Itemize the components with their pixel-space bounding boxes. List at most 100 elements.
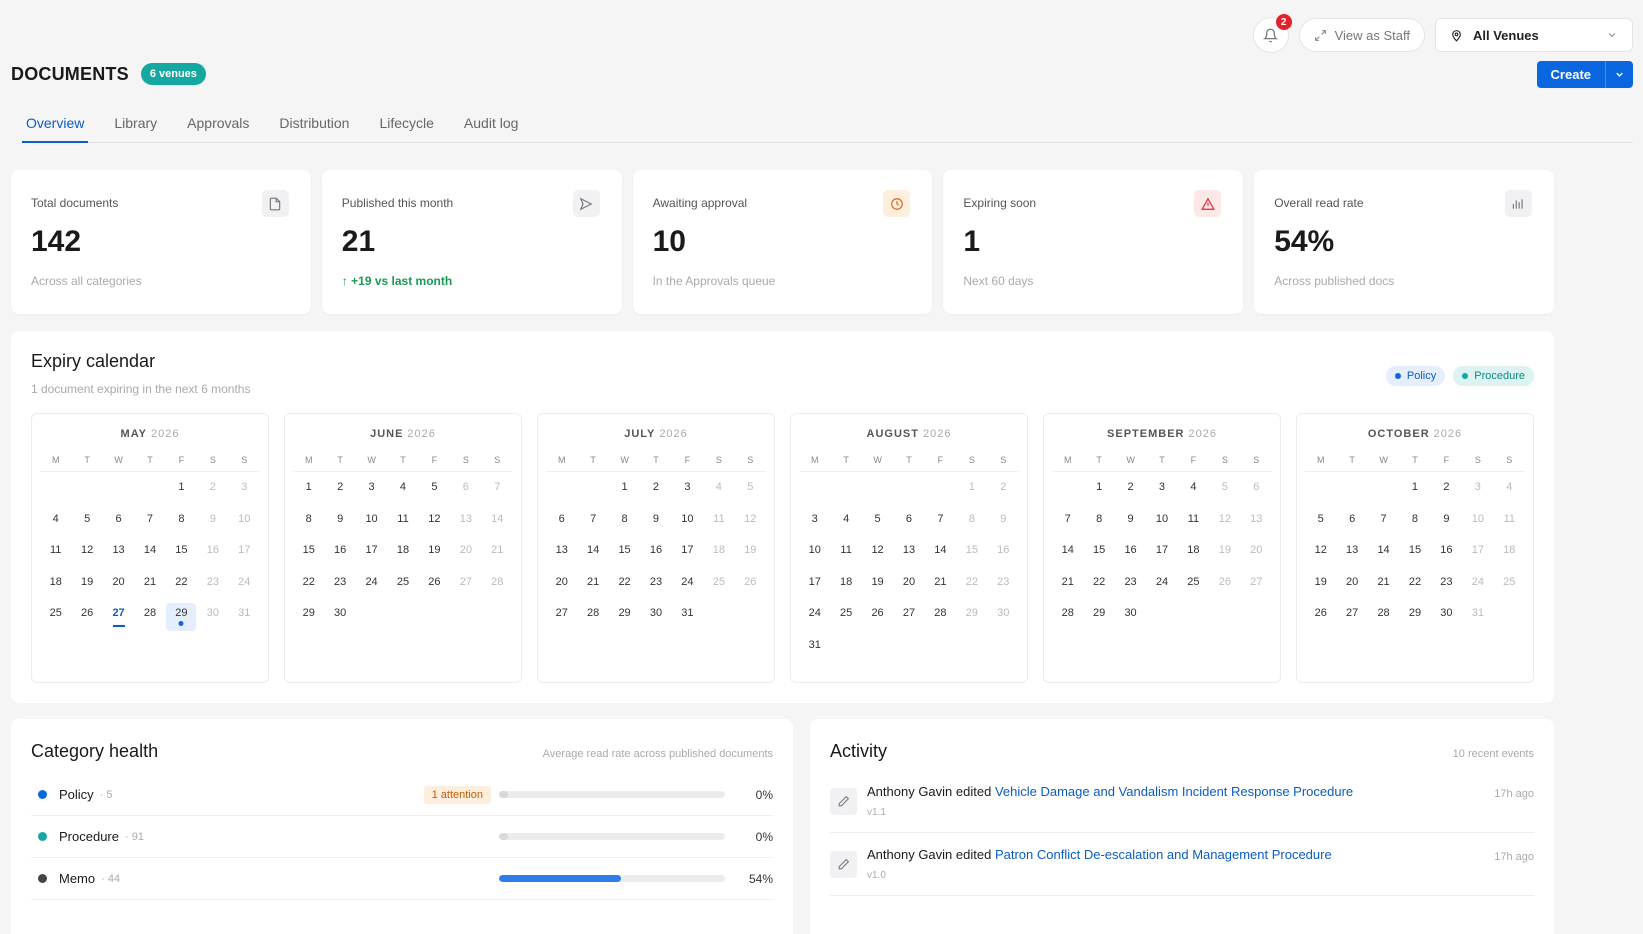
calendar-day[interactable]: 10 — [229, 504, 260, 536]
calendar-day[interactable]: 10 — [1146, 504, 1177, 536]
calendar-day[interactable]: 16 — [1115, 535, 1146, 567]
calendar-day[interactable]: 12 — [419, 504, 450, 536]
calendar-day[interactable]: 2 — [197, 472, 228, 504]
category-row[interactable]: Procedure · 91 0% — [31, 816, 773, 858]
attention-badge[interactable]: 1 attention — [423, 785, 491, 804]
calendar-day[interactable]: 26 — [735, 567, 766, 599]
calendar-day[interactable]: 9 — [324, 504, 355, 536]
calendar-day[interactable]: 28 — [482, 567, 513, 599]
calendar-day[interactable]: 3 — [799, 504, 830, 536]
calendar-day[interactable]: 12 — [1209, 504, 1240, 536]
calendar-day[interactable]: 8 — [609, 504, 640, 536]
calendar-day[interactable]: 23 — [988, 567, 1019, 599]
activity-document-link[interactable]: Patron Conflict De-escalation and Manage… — [995, 847, 1332, 862]
category-row[interactable]: Policy · 5 1 attention 0% — [31, 774, 773, 816]
calendar-day[interactable]: 5 — [71, 504, 102, 536]
calendar-day[interactable]: 28 — [577, 598, 608, 630]
calendar-day[interactable]: 19 — [1305, 567, 1336, 599]
calendar-day[interactable]: 27 — [1241, 567, 1272, 599]
calendar-day[interactable]: 24 — [1462, 567, 1493, 599]
calendar-day[interactable]: 2 — [1115, 472, 1146, 504]
calendar-day[interactable]: 15 — [1083, 535, 1114, 567]
calendar-day[interactable]: 25 — [703, 567, 734, 599]
calendar-day[interactable]: 29 — [609, 598, 640, 630]
calendar-day[interactable]: 13 — [1241, 504, 1272, 536]
calendar-day[interactable]: 19 — [735, 535, 766, 567]
calendar-day[interactable]: 6 — [546, 504, 577, 536]
calendar-day[interactable]: 24 — [1146, 567, 1177, 599]
calendar-day[interactable]: 15 — [609, 535, 640, 567]
calendar-day[interactable]: 4 — [40, 504, 71, 536]
calendar-day[interactable]: 17 — [356, 535, 387, 567]
calendar-day[interactable]: 29 — [293, 598, 324, 630]
calendar-day[interactable]: 5 — [419, 472, 450, 504]
calendar-day[interactable]: 12 — [735, 504, 766, 536]
calendar-day[interactable]: 21 — [482, 535, 513, 567]
calendar-day[interactable]: 10 — [1462, 504, 1493, 536]
calendar-day[interactable]: 6 — [1336, 504, 1367, 536]
calendar-day[interactable]: 27 — [450, 567, 481, 599]
calendar-day[interactable]: 18 — [387, 535, 418, 567]
calendar-day[interactable]: 21 — [1052, 567, 1083, 599]
calendar-day[interactable]: 23 — [197, 567, 228, 599]
tab-lifecycle[interactable]: Lifecycle — [364, 108, 448, 143]
calendar-day[interactable]: 17 — [229, 535, 260, 567]
calendar-day[interactable]: 31 — [799, 630, 830, 662]
calendar-day[interactable]: 28 — [925, 598, 956, 630]
calendar-day[interactable]: 1 — [609, 472, 640, 504]
calendar-day[interactable]: 3 — [1146, 472, 1177, 504]
calendar-day[interactable]: 18 — [703, 535, 734, 567]
calendar-day[interactable]: 21 — [1368, 567, 1399, 599]
calendar-day[interactable]: 17 — [1146, 535, 1177, 567]
calendar-day[interactable]: 2 — [640, 472, 671, 504]
calendar-day[interactable]: 5 — [862, 504, 893, 536]
notifications-button[interactable]: 2 — [1252, 14, 1292, 53]
calendar-day[interactable]: 23 — [1115, 567, 1146, 599]
calendar-day[interactable]: 30 — [324, 598, 355, 630]
calendar-day[interactable]: 5 — [1209, 472, 1240, 504]
calendar-day[interactable]: 24 — [229, 567, 260, 599]
calendar-day[interactable]: 25 — [830, 598, 861, 630]
calendar-day[interactable]: 27 — [1336, 598, 1367, 630]
calendar-day[interactable]: 24 — [672, 567, 703, 599]
category-row[interactable]: Memo · 44 54% — [31, 858, 773, 900]
calendar-day-expiry[interactable]: 29 — [166, 598, 197, 631]
tab-approvals[interactable]: Approvals — [172, 108, 264, 143]
calendar-day[interactable]: 20 — [1336, 567, 1367, 599]
calendar-day[interactable]: 3 — [672, 472, 703, 504]
calendar-day[interactable]: 5 — [735, 472, 766, 504]
calendar-day[interactable]: 13 — [893, 535, 924, 567]
calendar-day[interactable]: 19 — [1209, 535, 1240, 567]
calendar-day[interactable]: 1 — [956, 472, 987, 504]
calendar-day[interactable]: 16 — [324, 535, 355, 567]
calendar-day[interactable]: 18 — [830, 567, 861, 599]
calendar-day[interactable]: 16 — [1431, 535, 1462, 567]
calendar-day[interactable]: 7 — [577, 504, 608, 536]
calendar-day[interactable]: 8 — [293, 504, 324, 536]
calendar-day[interactable]: 14 — [925, 535, 956, 567]
calendar-day[interactable]: 19 — [862, 567, 893, 599]
calendar-day[interactable]: 15 — [1399, 535, 1430, 567]
calendar-day[interactable]: 9 — [197, 504, 228, 536]
calendar-day[interactable]: 28 — [1052, 598, 1083, 630]
calendar-day[interactable]: 4 — [1178, 472, 1209, 504]
calendar-day[interactable]: 25 — [387, 567, 418, 599]
calendar-day[interactable]: 3 — [229, 472, 260, 504]
calendar-day[interactable]: 17 — [672, 535, 703, 567]
calendar-day-today[interactable]: 27 — [103, 598, 134, 630]
calendar-day[interactable]: 4 — [703, 472, 734, 504]
calendar-day[interactable]: 20 — [450, 535, 481, 567]
calendar-day[interactable]: 14 — [134, 535, 165, 567]
create-button[interactable]: Create — [1537, 61, 1605, 88]
calendar-day[interactable]: 9 — [640, 504, 671, 536]
calendar-day[interactable]: 24 — [356, 567, 387, 599]
calendar-day[interactable]: 9 — [1431, 504, 1462, 536]
calendar-day[interactable]: 31 — [672, 598, 703, 630]
calendar-day[interactable]: 21 — [925, 567, 956, 599]
calendar-day[interactable]: 10 — [356, 504, 387, 536]
calendar-day[interactable]: 13 — [450, 504, 481, 536]
calendar-day[interactable]: 2 — [324, 472, 355, 504]
calendar-day[interactable]: 6 — [893, 504, 924, 536]
calendar-day[interactable]: 19 — [71, 567, 102, 599]
calendar-day[interactable]: 8 — [1399, 504, 1430, 536]
